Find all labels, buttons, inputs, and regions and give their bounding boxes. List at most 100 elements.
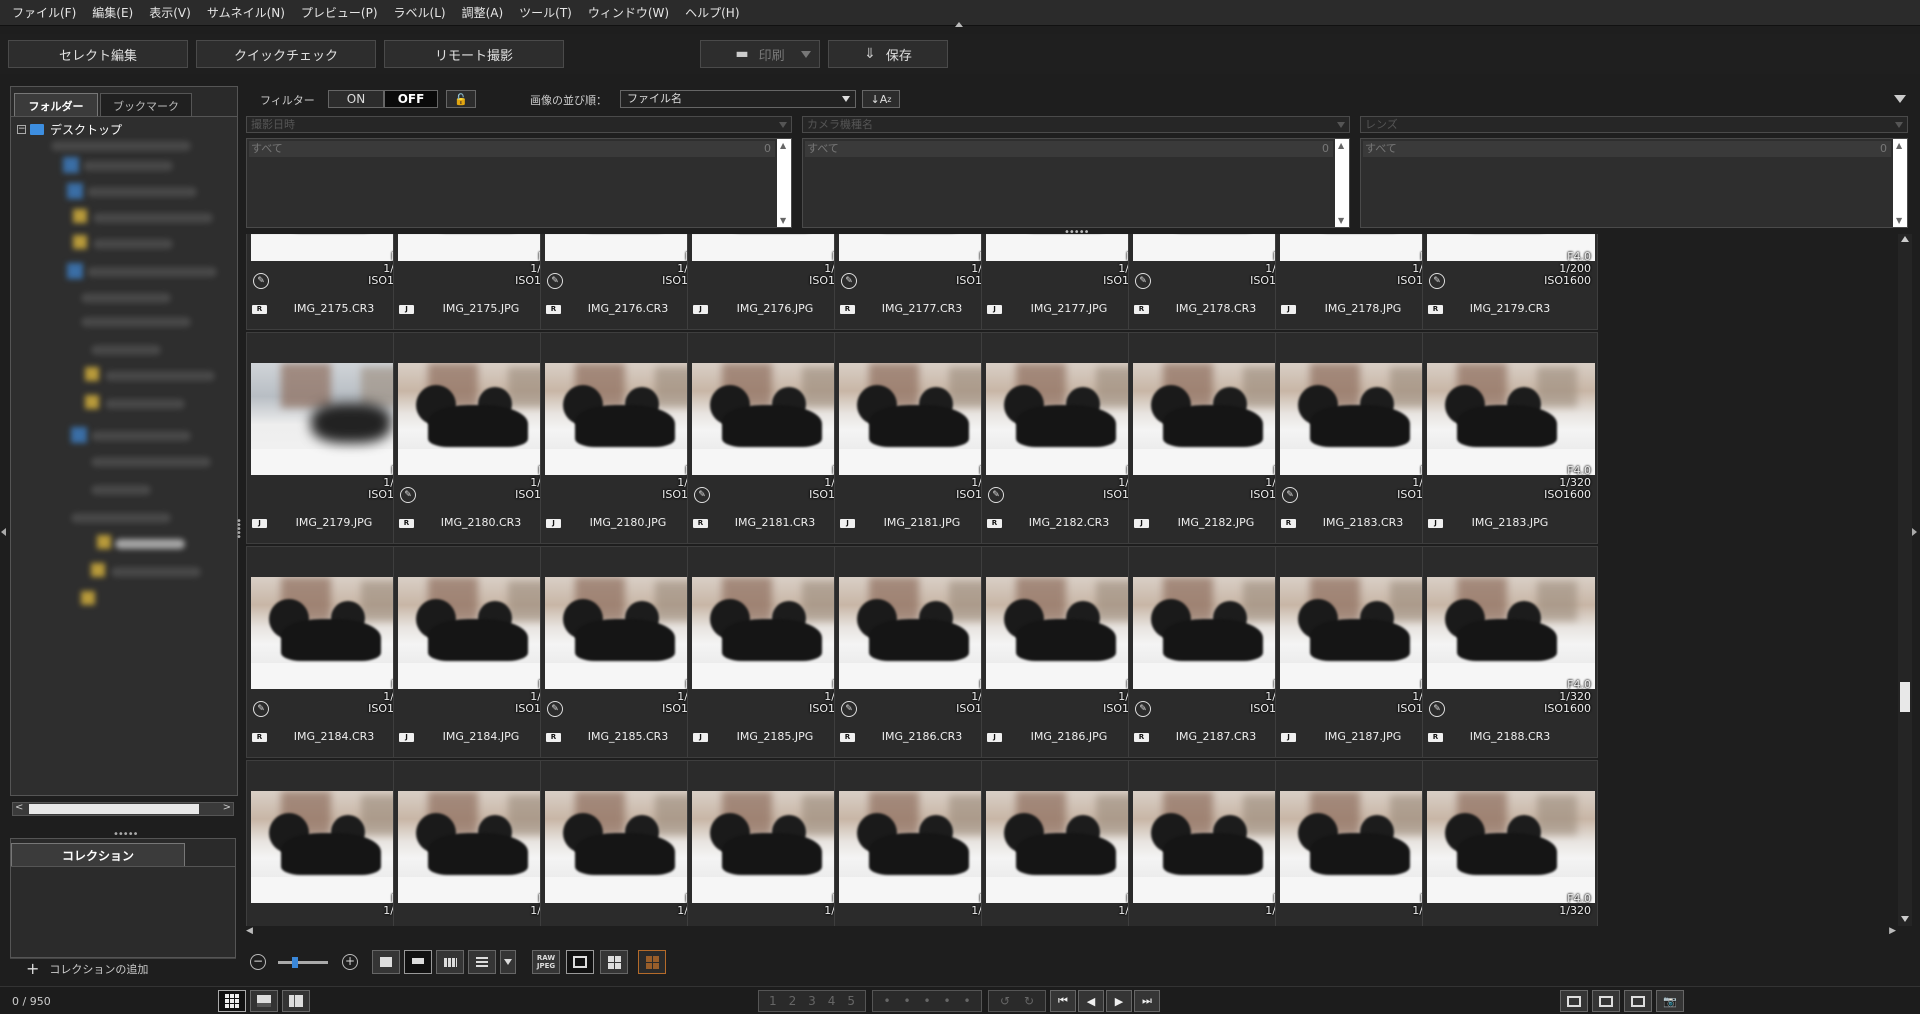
scroll-up-icon[interactable]: [1901, 236, 1909, 242]
scroll-up-icon[interactable]: ▲: [780, 141, 786, 150]
filter-camera-vscrollbar[interactable]: ▲ ▼: [1335, 139, 1349, 227]
sort-direction-button[interactable]: ↓A z: [862, 90, 900, 108]
folder-tree-hscrollbar[interactable]: < >: [12, 802, 234, 816]
scroll-left-icon[interactable]: <: [15, 802, 23, 813]
af-point-button[interactable]: [1624, 990, 1652, 1012]
tab-folder[interactable]: フォルダー: [14, 93, 98, 117]
grid-view-button[interactable]: [600, 950, 628, 974]
list-item[interactable]: すべて 0: [249, 141, 775, 157]
prev-image-button[interactable]: ◀: [1078, 990, 1104, 1012]
menu-item[interactable]: ヘルプ(H): [677, 4, 747, 21]
label-dot-button[interactable]: •: [883, 994, 890, 1008]
next-image-button[interactable]: ▶: [1106, 990, 1132, 1012]
add-collection-button[interactable]: + コレクションの追加: [10, 958, 236, 978]
thumbnail-cell[interactable]: F4.01/320: [1422, 760, 1598, 926]
menu-item[interactable]: プレビュー(P): [293, 4, 386, 21]
rating-button[interactable]: 4: [828, 994, 836, 1008]
select-edit-button[interactable]: セレクト編集: [8, 40, 188, 68]
folder-tree[interactable]: − デスクトップ: [10, 116, 238, 796]
menu-item[interactable]: 調整(A): [454, 4, 512, 21]
rotate-right-icon[interactable]: ↻: [1024, 994, 1034, 1008]
layout-grid-button[interactable]: [218, 990, 246, 1012]
thumbnail-size-slider[interactable]: [278, 957, 328, 968]
camera-button[interactable]: 📷: [1656, 990, 1684, 1012]
menu-item[interactable]: 表示(V): [141, 4, 199, 21]
layout-preview-button[interactable]: [250, 990, 278, 1012]
label-dot-button[interactable]: •: [923, 994, 930, 1008]
scroll-down-icon[interactable]: ▼: [780, 216, 786, 225]
scroll-down-icon[interactable]: [1901, 916, 1909, 922]
histogram-button[interactable]: [1592, 990, 1620, 1012]
filter-date-vscrollbar[interactable]: ▲ ▼: [777, 139, 791, 227]
thumbnail-grid[interactable]: F4.01/200ISO1600✎RIMG_2175.CR3F4.01/200I…: [244, 234, 1896, 926]
thumbnail-cell[interactable]: F4.0 1/200 ISO1600 ✎ R IMG_2179.CR3: [1422, 234, 1598, 330]
tab-collection[interactable]: コレクション: [11, 843, 185, 867]
view-options-dropdown[interactable]: [500, 950, 516, 974]
filter-date-select[interactable]: 撮影日時: [246, 116, 792, 133]
sort-order-select[interactable]: ファイル名: [620, 90, 856, 108]
raw-jpeg-button[interactable]: RAW JPEG: [532, 950, 560, 974]
quick-check-button[interactable]: クイックチェック: [196, 40, 376, 68]
list-item[interactable]: すべて 0: [805, 141, 1333, 157]
view-large-button[interactable]: [372, 950, 400, 974]
rating-button[interactable]: 5: [847, 994, 855, 1008]
view-small-button[interactable]: [436, 950, 464, 974]
filter-camera-select[interactable]: カメラ機種名: [802, 116, 1350, 133]
tree-item-desktop[interactable]: − デスクトップ: [17, 121, 122, 138]
list-item[interactable]: すべて 0: [1363, 141, 1891, 157]
zoom-in-icon[interactable]: +: [342, 954, 358, 970]
rating-button[interactable]: 2: [789, 994, 797, 1008]
scroll-up-icon[interactable]: ▲: [1896, 141, 1902, 150]
view-list-button[interactable]: [468, 950, 496, 974]
thumbnail-cell[interactable]: F4.0 1/320 ISO1600 ✎ R IMG_2188.CR3: [1422, 546, 1598, 758]
collapse-filter-icon[interactable]: [1894, 95, 1906, 103]
view-medium-button[interactable]: [404, 950, 432, 974]
print-button[interactable]: ▬ 印刷: [700, 40, 820, 68]
layout-split-button[interactable]: [282, 990, 310, 1012]
filter-camera-list[interactable]: すべて 0 ▲ ▼: [802, 138, 1350, 228]
scroll-down-icon[interactable]: ▼: [1338, 216, 1344, 225]
compare-view-button[interactable]: [638, 950, 666, 974]
scroll-down-icon[interactable]: ▼: [1896, 216, 1902, 225]
tab-bookmark[interactable]: ブックマーク: [100, 93, 192, 117]
scroll-thumb[interactable]: [29, 804, 199, 814]
zoom-out-icon[interactable]: −: [250, 954, 266, 970]
scroll-right-icon[interactable]: ▶: [1889, 926, 1896, 936]
remote-shoot-button[interactable]: リモート撮影: [384, 40, 564, 68]
filter-lens-vscrollbar[interactable]: ▲ ▼: [1893, 139, 1907, 227]
menu-item[interactable]: ツール(T): [511, 4, 580, 21]
print-dropdown-icon[interactable]: [801, 51, 811, 58]
last-image-button[interactable]: ⏭: [1134, 990, 1160, 1012]
label-dot-button[interactable]: •: [943, 994, 950, 1008]
save-button[interactable]: ⇓ 保存: [828, 40, 948, 68]
filter-lens-list[interactable]: すべて 0 ▲ ▼: [1360, 138, 1908, 228]
rating-button[interactable]: 3: [808, 994, 816, 1008]
scroll-thumb[interactable]: [1900, 682, 1910, 712]
scroll-left-icon[interactable]: ◀: [246, 926, 253, 936]
filter-on-toggle[interactable]: ON: [328, 90, 384, 108]
thumbnail-image[interactable]: [1427, 791, 1595, 903]
menu-item[interactable]: サムネイル(N): [199, 4, 293, 21]
menu-item[interactable]: ウィンドウ(W): [580, 4, 677, 21]
menu-item[interactable]: ファイル(F): [4, 4, 84, 21]
slider-knob[interactable]: [292, 957, 298, 968]
menu-item[interactable]: 編集(E): [84, 4, 141, 21]
collapse-icon[interactable]: −: [17, 125, 26, 134]
menu-item[interactable]: ラベル(L): [386, 4, 454, 21]
filter-lock-button[interactable]: 🔓: [446, 90, 476, 108]
frame-view-button[interactable]: [566, 950, 594, 974]
filter-off-toggle[interactable]: OFF: [384, 90, 438, 108]
thumbnail-image[interactable]: [1427, 577, 1595, 689]
filter-date-list[interactable]: すべて 0 ▲ ▼: [246, 138, 792, 228]
rotate-left-icon[interactable]: ↺: [1000, 994, 1010, 1008]
info-panel-button[interactable]: [1560, 990, 1588, 1012]
filter-lens-select[interactable]: レンズ: [1360, 116, 1908, 133]
thumbnail-image[interactable]: [1427, 363, 1595, 475]
collapse-right-panel-icon[interactable]: [1912, 528, 1917, 536]
scroll-up-icon[interactable]: ▲: [1338, 141, 1344, 150]
collection-list[interactable]: [10, 866, 236, 958]
scroll-right-icon[interactable]: >: [223, 802, 231, 813]
collapse-left-panel-icon[interactable]: [1, 528, 6, 536]
label-dot-button[interactable]: •: [903, 994, 910, 1008]
collapse-toolbar-icon[interactable]: [955, 22, 963, 27]
